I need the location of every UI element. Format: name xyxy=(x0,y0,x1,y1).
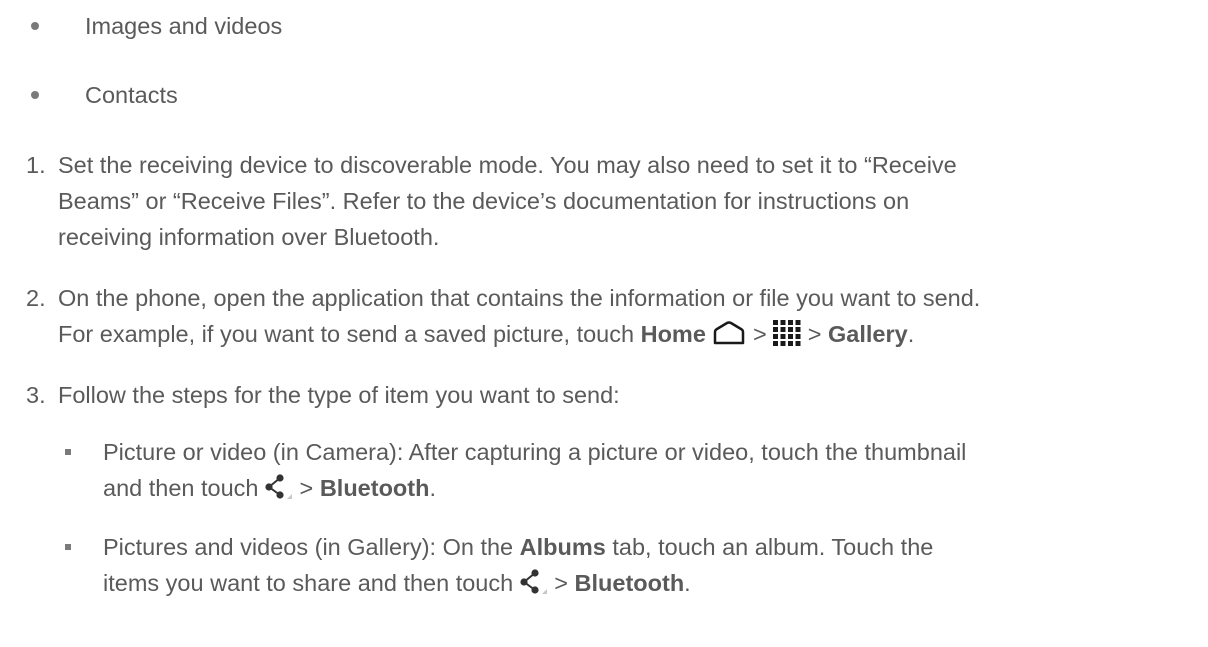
step-1-line-2: Beams” or “Receive Files”. Refer to the … xyxy=(58,188,910,214)
period: . xyxy=(907,321,915,348)
share-icon xyxy=(520,569,548,601)
bullet-item-contacts: Contacts xyxy=(85,82,178,108)
subitem-2-text-end: tab, touch an album. Touch the xyxy=(605,534,934,560)
share-icon xyxy=(265,474,293,506)
subitem-1-text: and then touch xyxy=(103,475,266,502)
bluetooth-label: Bluetooth xyxy=(319,475,430,502)
step-2-line-2: For example, if you want to send a saved… xyxy=(58,320,914,352)
subitem-1-line-1: Picture or video (in Camera): After capt… xyxy=(103,439,967,465)
separator: > xyxy=(293,475,320,502)
step-1-line-3: receiving information over Bluetooth. xyxy=(58,224,440,250)
step-number: 3. xyxy=(26,382,46,408)
bullet-marker xyxy=(31,22,39,30)
step-number: 1. xyxy=(26,152,46,178)
subitem-2-text: items you want to share and then touch xyxy=(103,570,520,597)
sub-bullet-marker xyxy=(65,449,71,455)
separator: > xyxy=(746,321,774,348)
separator: > xyxy=(801,321,829,348)
home-icon xyxy=(712,321,746,351)
bullet-marker xyxy=(31,91,39,99)
document-page: { "bullets": [ {"text": "Images and vide… xyxy=(0,0,1208,647)
subitem-2-line-2: items you want to share and then touch >… xyxy=(103,569,691,601)
period: . xyxy=(684,570,691,597)
step-number: 2. xyxy=(26,285,46,311)
separator: > xyxy=(547,570,575,597)
bluetooth-label: Bluetooth xyxy=(574,570,685,597)
step-2-line-1: On the phone, open the application that … xyxy=(58,285,981,311)
subitem-2-text: Pictures and videos (in Gallery): On the xyxy=(103,534,520,560)
step-3-line-1: Follow the steps for the type of item yo… xyxy=(58,382,620,408)
period: . xyxy=(429,475,436,502)
step-1-line-1: Set the receiving device to discoverable… xyxy=(58,152,957,178)
subitem-2-line-1: Pictures and videos (in Gallery): On the… xyxy=(103,533,933,561)
apps-grid-icon xyxy=(773,320,801,352)
step-2-text: For example, if you want to send a saved… xyxy=(58,321,641,348)
gallery-label: Gallery xyxy=(828,321,908,348)
subitem-1-line-2: and then touch > Bluetooth. xyxy=(103,474,436,506)
sub-bullet-marker xyxy=(65,544,71,550)
albums-label: Albums xyxy=(519,534,606,560)
home-label: Home xyxy=(640,321,706,348)
bullet-item-images-videos: Images and videos xyxy=(85,13,283,39)
